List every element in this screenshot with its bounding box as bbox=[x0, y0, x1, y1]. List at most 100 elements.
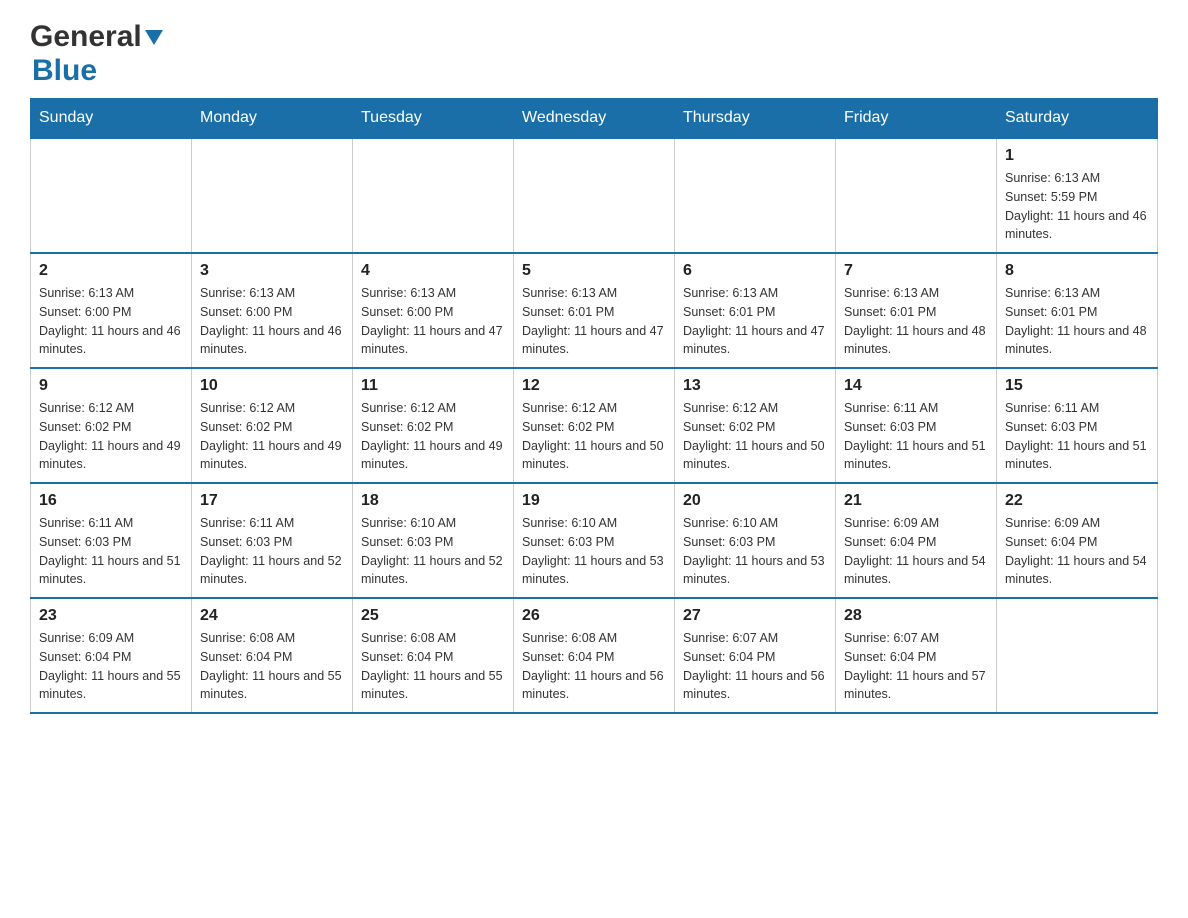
day-sun-info: Sunrise: 6:07 AMSunset: 6:04 PMDaylight:… bbox=[683, 629, 827, 704]
day-sun-info: Sunrise: 6:07 AMSunset: 6:04 PMDaylight:… bbox=[844, 629, 988, 704]
calendar-cell: 9 Sunrise: 6:12 AMSunset: 6:02 PMDaylight… bbox=[31, 368, 192, 483]
calendar-week-row: 16 Sunrise: 6:11 AMSunset: 6:03 PMDayligh… bbox=[31, 483, 1158, 598]
day-sun-info: Sunrise: 6:12 AMSunset: 6:02 PMDaylight:… bbox=[200, 399, 344, 474]
day-number: 3 bbox=[200, 262, 344, 280]
day-number: 6 bbox=[683, 262, 827, 280]
calendar-cell: 2 Sunrise: 6:13 AMSunset: 6:00 PMDaylight… bbox=[31, 253, 192, 368]
calendar-cell: 11 Sunrise: 6:12 AMSunset: 6:02 PMDayligh… bbox=[353, 368, 514, 483]
day-number: 16 bbox=[39, 492, 183, 510]
day-sun-info: Sunrise: 6:08 AMSunset: 6:04 PMDaylight:… bbox=[522, 629, 666, 704]
calendar-cell: 13 Sunrise: 6:12 AMSunset: 6:02 PMDayligh… bbox=[675, 368, 836, 483]
day-number: 10 bbox=[200, 377, 344, 395]
calendar-cell: 20 Sunrise: 6:10 AMSunset: 6:03 PMDayligh… bbox=[675, 483, 836, 598]
calendar-cell: 24Sunrise: 6:08 AMSunset: 6:04 PMDayligh… bbox=[192, 598, 353, 713]
day-number: 1 bbox=[1005, 147, 1149, 165]
calendar-cell: 8 Sunrise: 6:13 AMSunset: 6:01 PMDaylight… bbox=[997, 253, 1158, 368]
day-sun-info: Sunrise: 6:09 AMSunset: 6:04 PMDaylight:… bbox=[1005, 514, 1149, 589]
day-sun-info: Sunrise: 6:13 AMSunset: 6:01 PMDaylight:… bbox=[683, 284, 827, 359]
day-number: 2 bbox=[39, 262, 183, 280]
calendar-cell bbox=[675, 138, 836, 253]
calendar-cell bbox=[353, 138, 514, 253]
day-number: 22 bbox=[1005, 492, 1149, 510]
calendar-cell: 27 Sunrise: 6:07 AMSunset: 6:04 PMDayligh… bbox=[675, 598, 836, 713]
day-number: 12 bbox=[522, 377, 666, 395]
calendar-week-row: 9 Sunrise: 6:12 AMSunset: 6:02 PMDaylight… bbox=[31, 368, 1158, 483]
weekday-header-thursday: Thursday bbox=[675, 99, 836, 139]
day-sun-info: Sunrise: 6:09 AMSunset: 6:04 PMDaylight:… bbox=[39, 629, 183, 704]
day-sun-info: Sunrise: 6:11 AMSunset: 6:03 PMDaylight:… bbox=[1005, 399, 1149, 474]
day-number: 25 bbox=[361, 607, 505, 625]
logo-blue: Blue bbox=[32, 54, 97, 87]
day-number: 7 bbox=[844, 262, 988, 280]
day-sun-info: Sunrise: 6:10 AMSunset: 6:03 PMDaylight:… bbox=[683, 514, 827, 589]
day-number: 26 bbox=[522, 607, 666, 625]
day-number: 11 bbox=[361, 377, 505, 395]
day-number: 8 bbox=[1005, 262, 1149, 280]
calendar-cell: 5Sunrise: 6:13 AMSunset: 6:01 PMDaylight… bbox=[514, 253, 675, 368]
calendar-cell: 28 Sunrise: 6:07 AMSunset: 6:04 PMDayligh… bbox=[836, 598, 997, 713]
calendar-cell: 19 Sunrise: 6:10 AMSunset: 6:03 PMDayligh… bbox=[514, 483, 675, 598]
calendar-cell: 16Sunrise: 6:11 AMSunset: 6:03 PMDayligh… bbox=[31, 483, 192, 598]
day-sun-info: Sunrise: 6:10 AMSunset: 6:03 PMDaylight:… bbox=[361, 514, 505, 589]
day-sun-info: Sunrise: 6:12 AMSunset: 6:02 PMDaylight:… bbox=[683, 399, 827, 474]
day-sun-info: Sunrise: 6:13 AMSunset: 6:00 PMDaylight:… bbox=[361, 284, 505, 359]
day-sun-info: Sunrise: 6:09 AMSunset: 6:04 PMDaylight:… bbox=[844, 514, 988, 589]
weekday-header-monday: Monday bbox=[192, 99, 353, 139]
day-number: 9 bbox=[39, 377, 183, 395]
calendar-cell: 10 Sunrise: 6:12 AMSunset: 6:02 PMDayligh… bbox=[192, 368, 353, 483]
weekday-header-row: SundayMondayTuesdayWednesdayThursdayFrid… bbox=[31, 99, 1158, 139]
weekday-header-saturday: Saturday bbox=[997, 99, 1158, 139]
day-sun-info: Sunrise: 6:11 AMSunset: 6:03 PMDaylight:… bbox=[200, 514, 344, 589]
day-number: 23 bbox=[39, 607, 183, 625]
day-number: 13 bbox=[683, 377, 827, 395]
weekday-header-tuesday: Tuesday bbox=[353, 99, 514, 139]
calendar-cell: 4 Sunrise: 6:13 AMSunset: 6:00 PMDaylight… bbox=[353, 253, 514, 368]
day-sun-info: Sunrise: 6:12 AMSunset: 6:02 PMDaylight:… bbox=[522, 399, 666, 474]
day-sun-info: Sunrise: 6:12 AMSunset: 6:02 PMDaylight:… bbox=[361, 399, 505, 474]
day-number: 24 bbox=[200, 607, 344, 625]
calendar-cell bbox=[31, 138, 192, 253]
calendar-cell: 3 Sunrise: 6:13 AMSunset: 6:00 PMDaylight… bbox=[192, 253, 353, 368]
day-sun-info: Sunrise: 6:13 AMSunset: 5:59 PMDaylight:… bbox=[1005, 169, 1149, 244]
logo: General Blue bbox=[30, 20, 163, 88]
day-sun-info: Sunrise: 6:08 AMSunset: 6:04 PMDaylight:… bbox=[361, 629, 505, 704]
page-header: General Blue bbox=[30, 20, 1158, 88]
weekday-header-friday: Friday bbox=[836, 99, 997, 139]
calendar-week-row: 2 Sunrise: 6:13 AMSunset: 6:00 PMDaylight… bbox=[31, 253, 1158, 368]
calendar-cell: 12 Sunrise: 6:12 AMSunset: 6:02 PMDayligh… bbox=[514, 368, 675, 483]
calendar-cell: 14 Sunrise: 6:11 AMSunset: 6:03 PMDayligh… bbox=[836, 368, 997, 483]
day-sun-info: Sunrise: 6:13 AMSunset: 6:00 PMDaylight:… bbox=[39, 284, 183, 359]
day-sun-info: Sunrise: 6:11 AMSunset: 6:03 PMDaylight:… bbox=[844, 399, 988, 474]
day-number: 15 bbox=[1005, 377, 1149, 395]
calendar-cell: 25 Sunrise: 6:08 AMSunset: 6:04 PMDayligh… bbox=[353, 598, 514, 713]
day-sun-info: Sunrise: 6:13 AMSunset: 6:00 PMDaylight:… bbox=[200, 284, 344, 359]
day-number: 14 bbox=[844, 377, 988, 395]
day-sun-info: Sunrise: 6:12 AMSunset: 6:02 PMDaylight:… bbox=[39, 399, 183, 474]
calendar-cell: 17 Sunrise: 6:11 AMSunset: 6:03 PMDayligh… bbox=[192, 483, 353, 598]
calendar-cell: 6 Sunrise: 6:13 AMSunset: 6:01 PMDaylight… bbox=[675, 253, 836, 368]
day-number: 27 bbox=[683, 607, 827, 625]
calendar-cell: 23 Sunrise: 6:09 AMSunset: 6:04 PMDayligh… bbox=[31, 598, 192, 713]
day-sun-info: Sunrise: 6:10 AMSunset: 6:03 PMDaylight:… bbox=[522, 514, 666, 589]
day-number: 21 bbox=[844, 492, 988, 510]
logo-triangle-icon bbox=[145, 30, 163, 45]
weekday-header-sunday: Sunday bbox=[31, 99, 192, 139]
calendar-week-row: 23 Sunrise: 6:09 AMSunset: 6:04 PMDayligh… bbox=[31, 598, 1158, 713]
calendar-cell: 15 Sunrise: 6:11 AMSunset: 6:03 PMDayligh… bbox=[997, 368, 1158, 483]
day-number: 5 bbox=[522, 262, 666, 280]
calendar-cell: 22 Sunrise: 6:09 AMSunset: 6:04 PMDayligh… bbox=[997, 483, 1158, 598]
weekday-header-wednesday: Wednesday bbox=[514, 99, 675, 139]
day-number: 17 bbox=[200, 492, 344, 510]
calendar-cell bbox=[997, 598, 1158, 713]
day-number: 19 bbox=[522, 492, 666, 510]
calendar-cell: 7Sunrise: 6:13 AMSunset: 6:01 PMDaylight… bbox=[836, 253, 997, 368]
day-sun-info: Sunrise: 6:13 AMSunset: 6:01 PMDaylight:… bbox=[1005, 284, 1149, 359]
calendar-table: SundayMondayTuesdayWednesdayThursdayFrid… bbox=[30, 98, 1158, 714]
day-number: 18 bbox=[361, 492, 505, 510]
calendar-cell: 26 Sunrise: 6:08 AMSunset: 6:04 PMDayligh… bbox=[514, 598, 675, 713]
day-number: 20 bbox=[683, 492, 827, 510]
calendar-cell bbox=[192, 138, 353, 253]
day-number: 28 bbox=[844, 607, 988, 625]
day-number: 4 bbox=[361, 262, 505, 280]
calendar-cell bbox=[836, 138, 997, 253]
